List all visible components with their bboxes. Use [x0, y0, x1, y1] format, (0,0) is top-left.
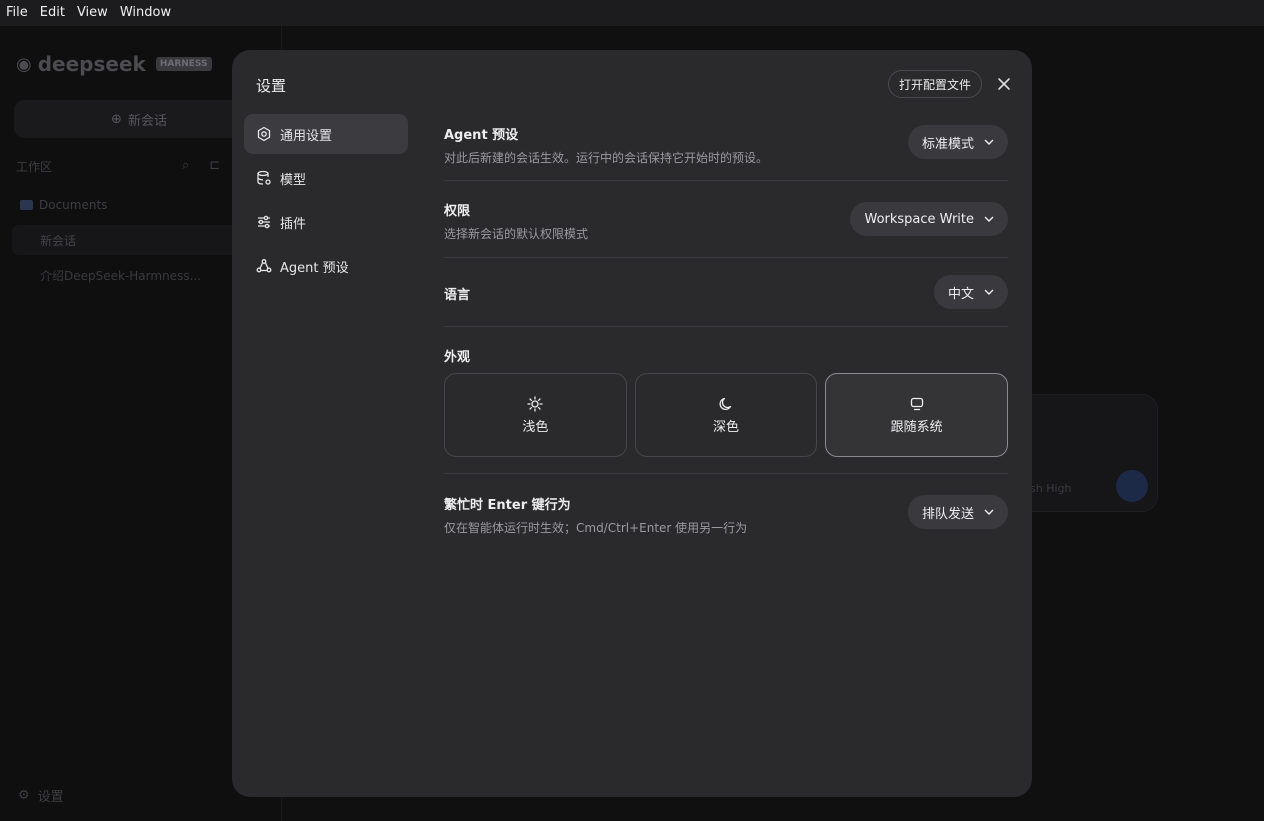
nav-label: 插件 — [280, 216, 307, 232]
divider — [444, 326, 1008, 327]
setting-title: 语言 — [444, 288, 471, 303]
whale-icon: ◉ — [16, 53, 32, 75]
menu-bar: File Edit View Window — [0, 0, 1264, 26]
nav-item-agent-preset[interactable]: Agent 预设 — [244, 246, 408, 286]
theme-dark-option[interactable]: 深色 — [634, 373, 818, 457]
open-config-button[interactable]: 打开配置文件 — [888, 70, 983, 98]
workspace-tools: ⌕ ⊏ — [182, 158, 220, 173]
select-value: 标准模式 — [921, 136, 974, 152]
agent-preset-select[interactable]: 标准模式 — [907, 125, 1008, 159]
chevron-down-icon — [984, 216, 994, 222]
logo-text: deepseek — [37, 52, 146, 76]
moon-icon — [719, 397, 732, 410]
divider — [444, 180, 1008, 181]
folder-documents: Documents — [20, 198, 107, 212]
new-chat-button: ⊕ 新会话 — [14, 100, 264, 138]
app-logo: ◉ deepseek HARNESS — [16, 52, 212, 76]
nav-label: 通用设置 — [280, 128, 333, 144]
menu-window[interactable]: Window — [120, 0, 171, 26]
search-icon: ⌕ — [182, 158, 190, 173]
sidebar-settings: ⚙ 设置 — [18, 786, 64, 805]
language-select[interactable]: 中文 — [933, 275, 1008, 309]
divider — [444, 473, 1008, 474]
chevron-down-icon — [984, 509, 994, 515]
nav-item-general[interactable]: 通用设置 — [244, 114, 408, 154]
gear-icon: ⚙ — [18, 788, 30, 803]
sliders-icon — [258, 215, 270, 229]
send-button — [1116, 470, 1148, 502]
setting-language-row: 语言 — [444, 284, 1008, 303]
plus-circle-icon: ⊕ — [111, 111, 122, 127]
sun-icon — [527, 395, 543, 412]
chevron-down-icon — [984, 139, 994, 145]
select-value: Workspace Write — [864, 211, 974, 227]
select-value: 中文 — [947, 286, 974, 302]
folder-label: Documents — [39, 198, 108, 212]
theme-system-option[interactable]: 跟随系统 — [825, 373, 1009, 457]
settings-modal: 设置 打开配置文件 通用设置 模型 插件 Agent 预设 Agent 预设 对… — [232, 50, 1032, 797]
agent-icon — [256, 259, 272, 273]
chevron-down-icon — [984, 289, 994, 295]
new-chat-label: 新会话 — [127, 113, 167, 129]
composer-hint: sh High — [1030, 482, 1072, 495]
conversation-item: 介绍DeepSeek-Harmness... — [40, 269, 202, 283]
setting-appearance: 外观 — [444, 346, 1008, 365]
folder-icon — [20, 200, 33, 210]
database-icon — [257, 170, 271, 185]
theme-label: 跟随系统 — [890, 419, 943, 435]
divider — [444, 257, 1008, 258]
theme-label: 深色 — [713, 419, 740, 435]
select-value: 排队发送 — [921, 506, 974, 522]
theme-label: 浅色 — [522, 419, 549, 435]
close-icon — [998, 78, 1010, 90]
gear-icon — [257, 126, 271, 142]
menu-edit[interactable]: Edit — [40, 0, 65, 26]
nav-label: Agent 预设 — [280, 260, 349, 276]
nav-item-plugins[interactable]: 插件 — [244, 202, 408, 242]
theme-light-option[interactable]: 浅色 — [444, 373, 627, 457]
appearance-options: 浅色 深色 跟随系统 — [444, 373, 1009, 457]
nav-label: 模型 — [280, 172, 307, 188]
menu-view[interactable]: View — [77, 0, 108, 26]
settings-nav: 通用设置 模型 插件 Agent 预设 — [244, 114, 408, 290]
busy-enter-select[interactable]: 排队发送 — [907, 495, 1008, 529]
modal-title: 设置 — [256, 77, 287, 95]
workspace-label: 工作区 — [16, 160, 53, 174]
harness-badge: HARNESS — [155, 57, 212, 71]
filter-icon: ⊏ — [209, 158, 221, 173]
nav-item-model[interactable]: 模型 — [244, 158, 408, 198]
permission-select[interactable]: Workspace Write — [850, 202, 1008, 236]
monitor-icon — [910, 397, 923, 410]
setting-title: 外观 — [444, 350, 471, 365]
sidebar-settings-label: 设置 — [37, 790, 64, 805]
close-button[interactable] — [992, 72, 1016, 96]
menu-file[interactable]: File — [6, 0, 28, 26]
